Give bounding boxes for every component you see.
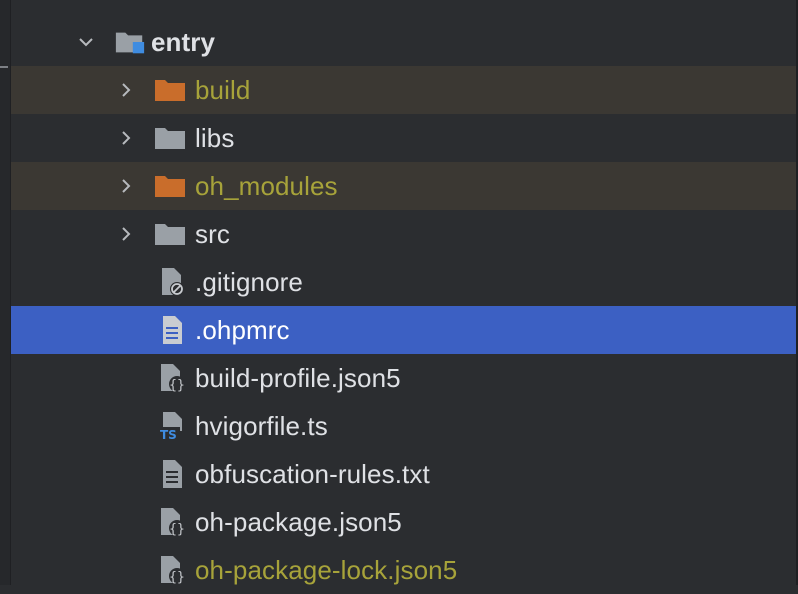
json-file-icon: {} (156, 507, 188, 537)
chevron-right-icon[interactable] (117, 129, 135, 147)
chevron-right-icon[interactable] (117, 225, 135, 243)
svg-text:{}: {} (169, 522, 185, 537)
chevron-down-icon[interactable] (77, 33, 95, 51)
tree-node-label: oh-package-lock.json5 (195, 555, 458, 585)
tree-node-label: oh_modules (195, 171, 338, 201)
tree-node-src[interactable]: src (11, 210, 796, 258)
tree-node-label: build-profile.json5 (195, 363, 401, 393)
json-file-icon: {} (156, 555, 188, 585)
text-file-icon (156, 315, 188, 345)
project-tree: entry build libs oh_modules src .gitigno… (11, 18, 796, 594)
folder-excluded-icon (154, 75, 186, 105)
svg-text:TS: TS (160, 428, 177, 441)
gutter-marker (0, 66, 8, 68)
tree-node-label: libs (195, 123, 235, 153)
folder-icon (154, 123, 186, 153)
tree-node-oh-package-lock[interactable]: {} oh-package-lock.json5 (11, 546, 796, 594)
tree-node-gitignore[interactable]: .gitignore (11, 258, 796, 306)
tree-node-label: src (195, 219, 230, 249)
module-folder-icon (114, 27, 146, 57)
tree-node-label: hvigorfile.ts (195, 411, 328, 441)
text-file-icon (156, 459, 188, 489)
chevron-right-icon[interactable] (117, 81, 135, 99)
chevron-right-icon[interactable] (117, 177, 135, 195)
tree-node-label: .gitignore (195, 267, 303, 297)
tree-node-label: .ohpmrc (195, 315, 290, 345)
gitignore-file-icon (156, 267, 188, 297)
tree-node-obfuscation-rules[interactable]: obfuscation-rules.txt (11, 450, 796, 498)
svg-text:{}: {} (169, 570, 185, 585)
tree-node-label: obfuscation-rules.txt (195, 459, 430, 489)
tree-node-build[interactable]: build (11, 66, 796, 114)
svg-text:{}: {} (169, 378, 185, 393)
tree-node-label: entry (151, 27, 216, 57)
tree-node-entry[interactable]: entry (11, 18, 796, 66)
tree-node-label: build (195, 75, 251, 105)
folder-icon (154, 219, 186, 249)
tree-node-hvigorfile[interactable]: TS hvigorfile.ts (11, 402, 796, 450)
tree-node-libs[interactable]: libs (11, 114, 796, 162)
json-file-icon: {} (156, 363, 188, 393)
tree-node-oh-modules[interactable]: oh_modules (11, 162, 796, 210)
tree-node-ohpmrc[interactable]: .ohpmrc (11, 306, 796, 354)
typescript-file-icon: TS (156, 411, 188, 441)
folder-excluded-icon (154, 171, 186, 201)
tree-node-build-profile[interactable]: {} build-profile.json5 (11, 354, 796, 402)
tree-node-label: oh-package.json5 (195, 507, 402, 537)
gutter (0, 0, 11, 585)
previous-item-clip: ▔▔▔▔ (0, 0, 798, 8)
tree-node-oh-package[interactable]: {} oh-package.json5 (11, 498, 796, 546)
